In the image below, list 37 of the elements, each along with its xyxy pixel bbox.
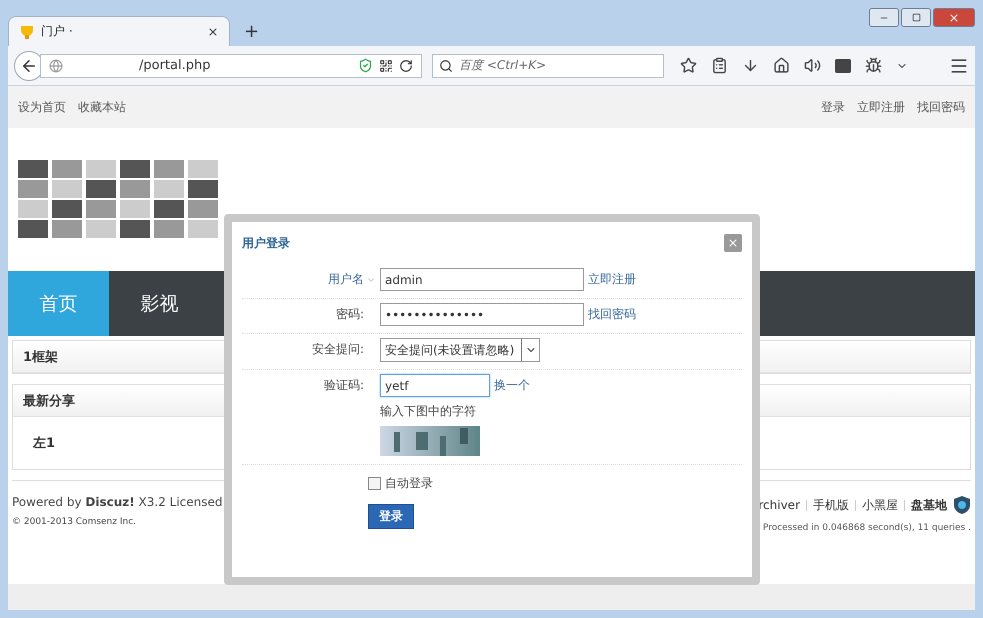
password-field[interactable]: •••••••••••••• (380, 303, 584, 326)
dialog-title: 用户登录 (242, 234, 290, 252)
top-link[interactable]: 收藏本站 (78, 98, 126, 116)
address-bar[interactable]: /portal.php (40, 54, 422, 78)
captcha-hint: 输入下图中的字符 (380, 403, 477, 420)
footer-link[interactable]: 小黑屋 (862, 496, 898, 514)
checkbox-label: 自动登录 (385, 475, 433, 492)
block-title: 最新分享 (23, 392, 75, 410)
nav-tab[interactable]: 影视 (109, 271, 210, 336)
url-text: /portal.php (138, 58, 212, 73)
block-title: 1框架 (23, 348, 58, 366)
footer-link[interactable]: 盘基地 (911, 496, 947, 514)
username-field[interactable]: admin (380, 268, 584, 291)
login-button[interactable]: 登录 (368, 504, 414, 529)
stats-text: Processed in 0.046868 second(s), 11 queries . (762, 523, 971, 533)
top-link[interactable]: 找回密码 (917, 98, 965, 116)
copyright-text: © 2001-2013 Comsenz Inc. (12, 517, 138, 527)
field-label: 密码: (334, 306, 365, 323)
footer-link[interactable]: rchiver (758, 498, 800, 512)
new-tab-button[interactable]: + (244, 21, 260, 42)
top-link[interactable]: 设为首页 (18, 98, 66, 116)
question-select[interactable]: 安全提问(未设置请忽略) (380, 338, 540, 362)
browser-tab[interactable]: 门户 · (8, 16, 230, 46)
powered-by-text: Powered by Discuz! X3.2 Licensed (12, 495, 223, 509)
register-link[interactable]: 立即注册 (588, 271, 636, 288)
tab-title: 门户 · (41, 23, 74, 40)
top-link[interactable]: 登录 (821, 98, 845, 116)
footer-link[interactable]: 手机版 (813, 496, 849, 514)
search-field[interactable]: 百度 <Ctrl+K> (432, 54, 664, 78)
top-link[interactable]: 立即注册 (857, 98, 905, 116)
recover-link[interactable]: 找回密码 (588, 306, 636, 323)
field-label: 用户名 (327, 271, 365, 288)
captcha-field[interactable]: yetf (380, 374, 490, 397)
field-label: 验证码: (322, 377, 365, 394)
field-label: 安全提问: (310, 341, 365, 358)
block-item: 左1 (32, 435, 56, 453)
refresh-link[interactable]: 换一个 (494, 377, 530, 394)
